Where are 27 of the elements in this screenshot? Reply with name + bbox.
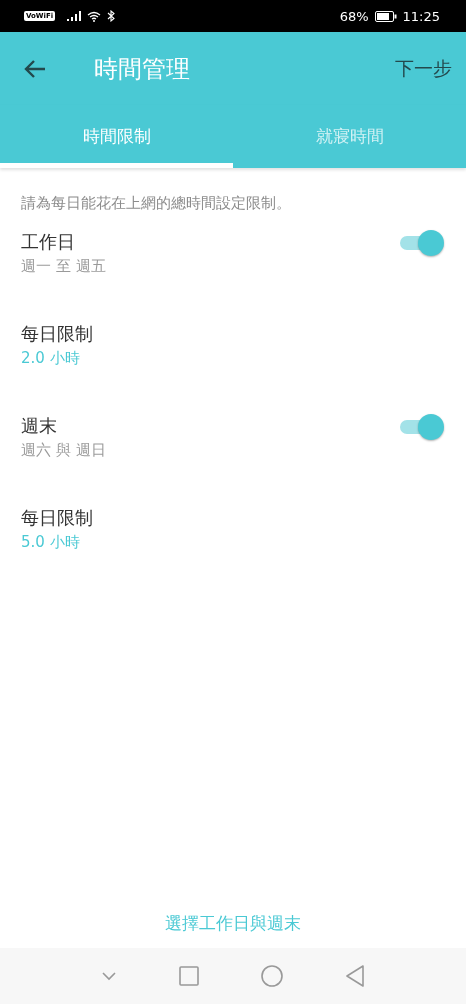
setting-subtitle: 週一 至 週五 (21, 257, 107, 276)
page-title: 時間管理 (94, 53, 190, 85)
setting-title: 工作日 (21, 230, 76, 254)
setting-title: 每日限制 (21, 322, 94, 346)
tab[interactable]: 就寢時間 (233, 105, 466, 168)
toggle-switch[interactable] (398, 413, 444, 441)
back-icon[interactable] (345, 965, 365, 987)
setting-title: 週末 (21, 414, 58, 438)
clock: 11:25 (402, 8, 440, 24)
battery-icon (374, 10, 397, 22)
tab[interactable]: 時間限制 (0, 105, 233, 168)
select-days-link[interactable]: 選擇工作日與週末 (158, 911, 307, 936)
toggle-switch[interactable] (398, 229, 444, 257)
home-icon[interactable] (261, 965, 283, 987)
hint-text: 請為每日能花在上網的總時間設定限制。 (21, 194, 292, 213)
setting-value[interactable]: 5.0 小時 (21, 533, 80, 552)
setting-subtitle: 週六 與 週日 (21, 441, 107, 460)
recents-icon[interactable] (179, 966, 199, 986)
next-step-button[interactable]: 下一步 (395, 55, 452, 82)
setting-value[interactable]: 2.0 小時 (21, 349, 80, 368)
back-arrow-icon[interactable] (24, 58, 46, 79)
battery-percent: 68% (339, 8, 369, 24)
chevron-down-icon[interactable] (101, 971, 117, 981)
wifi-icon (87, 10, 102, 22)
signal-icon (67, 11, 82, 21)
bluetooth-icon (107, 10, 116, 22)
setting-title: 每日限制 (21, 506, 94, 530)
